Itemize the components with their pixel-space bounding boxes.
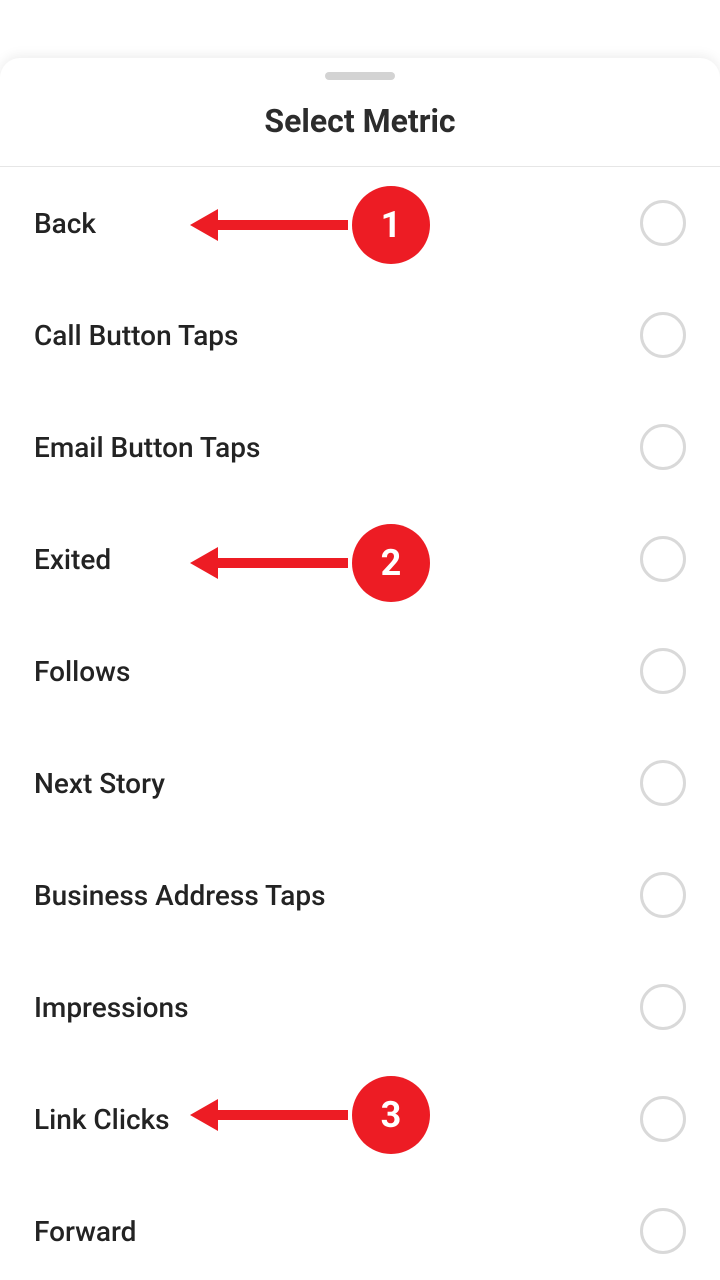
radio-unchecked-icon[interactable] (640, 1208, 686, 1254)
metric-option-impressions[interactable]: Impressions (0, 951, 720, 1063)
metric-list: Back Call Button Taps Email Button Taps … (0, 167, 720, 1280)
select-metric-sheet: Select Metric Back Call Button Taps Emai… (0, 58, 720, 1280)
metric-option-link-clicks[interactable]: Link Clicks (0, 1063, 720, 1175)
metric-option-label: Call Button Taps (34, 319, 238, 352)
metric-option-label: Forward (34, 1215, 136, 1248)
metric-option-label: Next Story (34, 767, 165, 800)
metric-option-label: Follows (34, 655, 130, 688)
metric-option-label: Exited (34, 543, 111, 576)
radio-unchecked-icon[interactable] (640, 536, 686, 582)
sheet-drag-handle[interactable] (325, 72, 395, 80)
radio-unchecked-icon[interactable] (640, 984, 686, 1030)
radio-unchecked-icon[interactable] (640, 312, 686, 358)
metric-option-call-button-taps[interactable]: Call Button Taps (0, 279, 720, 391)
metric-option-label: Link Clicks (34, 1103, 170, 1136)
metric-option-label: Back (34, 207, 96, 240)
radio-unchecked-icon[interactable] (640, 760, 686, 806)
radio-unchecked-icon[interactable] (640, 1096, 686, 1142)
metric-option-next-story[interactable]: Next Story (0, 727, 720, 839)
radio-unchecked-icon[interactable] (640, 200, 686, 246)
metric-option-follows[interactable]: Follows (0, 615, 720, 727)
radio-unchecked-icon[interactable] (640, 648, 686, 694)
radio-unchecked-icon[interactable] (640, 424, 686, 470)
metric-option-business-address-taps[interactable]: Business Address Taps (0, 839, 720, 951)
metric-option-back[interactable]: Back (0, 167, 720, 279)
metric-option-label: Business Address Taps (34, 879, 326, 912)
radio-unchecked-icon[interactable] (640, 872, 686, 918)
metric-option-email-button-taps[interactable]: Email Button Taps (0, 391, 720, 503)
sheet-title: Select Metric (0, 80, 720, 167)
metric-option-label: Impressions (34, 991, 189, 1024)
metric-option-label: Email Button Taps (34, 431, 260, 464)
metric-option-forward[interactable]: Forward (0, 1175, 720, 1280)
metric-option-exited[interactable]: Exited (0, 503, 720, 615)
